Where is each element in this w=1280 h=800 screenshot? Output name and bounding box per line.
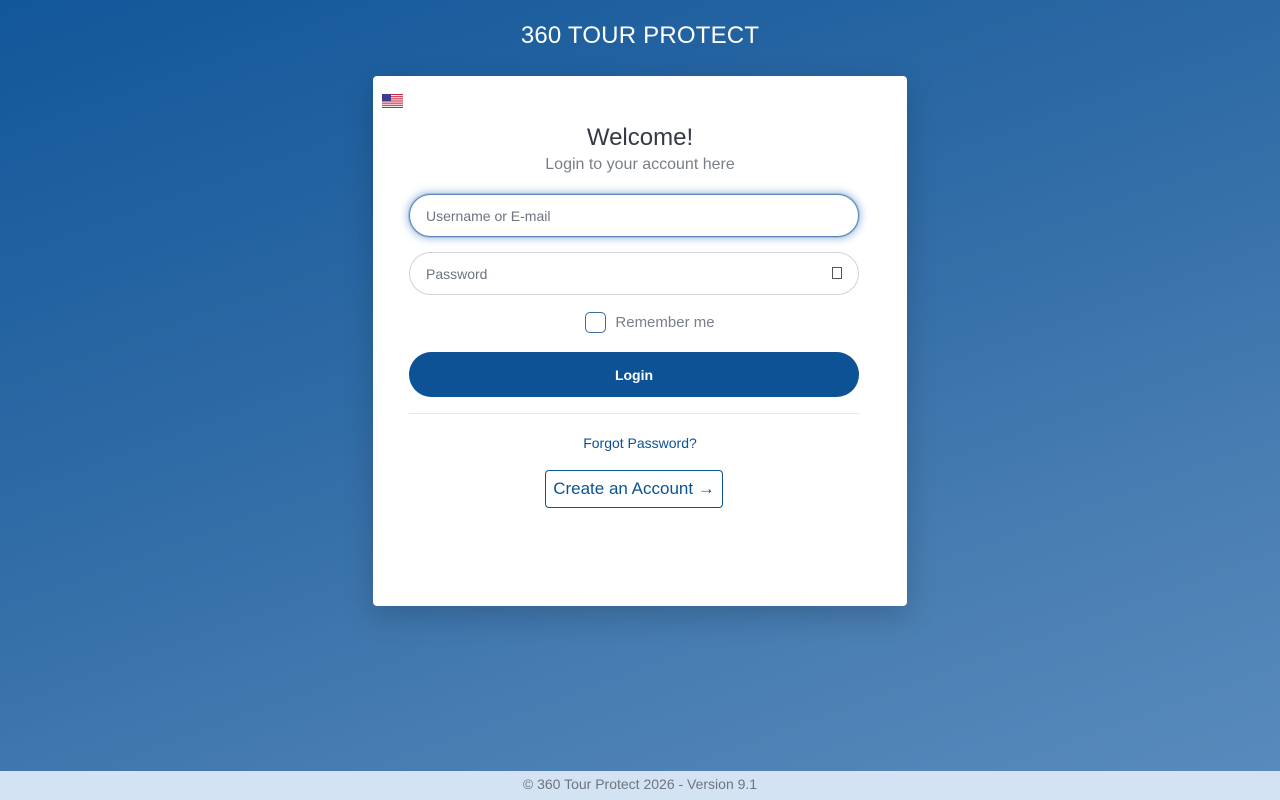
remember-me-row: Remember me	[373, 312, 907, 333]
app-title: 360 TOUR PROTECT	[520, 22, 760, 49]
password-input[interactable]	[409, 252, 859, 295]
remember-me-checkbox[interactable]	[585, 312, 607, 333]
divider	[409, 413, 859, 414]
login-subtitle: Login to your account here	[545, 156, 735, 173]
welcome-heading: Welcome!	[586, 124, 694, 151]
footer: © 360 Tour Protect 2026 - Version 9.1	[0, 771, 1280, 800]
remember-me-label[interactable]: Remember me	[615, 314, 714, 331]
login-card: Welcome! Login to your account here Reme…	[373, 76, 907, 606]
create-account-button[interactable]: Create an Account →	[545, 470, 723, 508]
login-button[interactable]: Login	[409, 352, 859, 397]
eye-icon[interactable]	[831, 266, 843, 280]
us-flag-icon[interactable]	[382, 94, 403, 108]
username-input[interactable]	[409, 194, 859, 237]
forgot-password-link[interactable]: Forgot Password?	[373, 435, 907, 451]
